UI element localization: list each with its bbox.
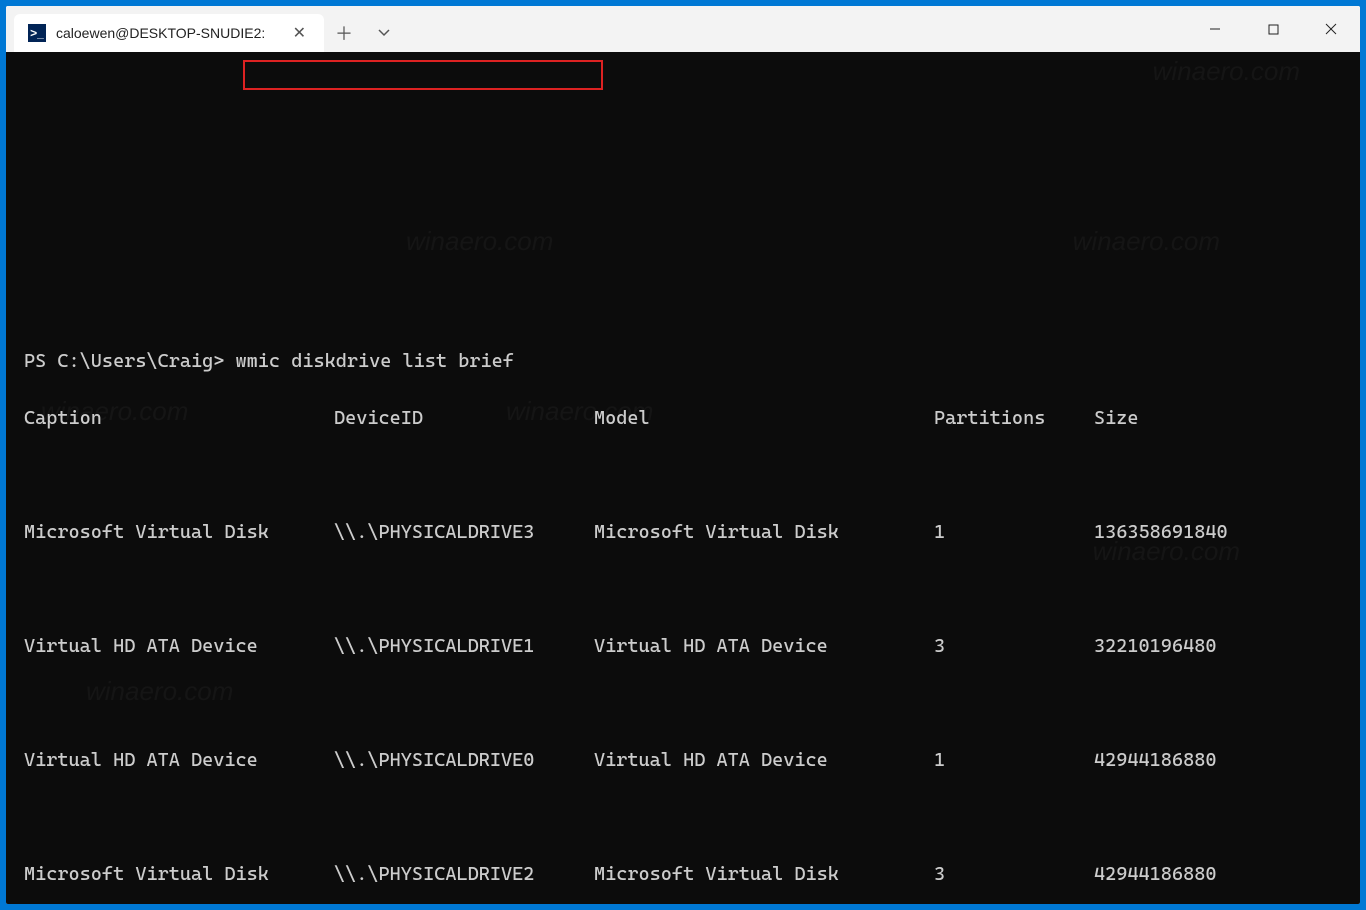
- terminal-window: >_ caloewen@DESKTOP-SNUDIE2: ✕ ＋ winaero…: [6, 6, 1360, 904]
- watermark: winaero.com: [1153, 57, 1300, 86]
- minimize-button[interactable]: [1186, 6, 1244, 52]
- terminal-tab[interactable]: >_ caloewen@DESKTOP-SNUDIE2: ✕: [14, 14, 324, 52]
- new-tab-button[interactable]: ＋: [324, 14, 364, 52]
- table-header: CaptionDeviceIDModelPartitionsSize: [24, 404, 1342, 433]
- window-controls: [1186, 6, 1360, 52]
- table-row: Virtual HD ATA Device\\.\PHYSICALDRIVE0V…: [24, 746, 1342, 775]
- close-tab-icon[interactable]: ✕: [289, 23, 310, 43]
- close-button[interactable]: [1302, 6, 1360, 52]
- terminal-content[interactable]: winaero.com winaero.com winaero.com wina…: [6, 52, 1360, 904]
- watermark: winaero.com: [406, 227, 553, 256]
- table-row: Virtual HD ATA Device\\.\PHYSICALDRIVE1V…: [24, 632, 1342, 661]
- command-highlight: [243, 60, 603, 90]
- prompt-line: PS C:\Users\Craig> wmic diskdrive list b…: [24, 347, 1342, 376]
- table-row: Microsoft Virtual Disk\\.\PHYSICALDRIVE2…: [24, 860, 1342, 889]
- tab-title: caloewen@DESKTOP-SNUDIE2:: [56, 25, 279, 41]
- watermark: winaero.com: [1073, 227, 1220, 256]
- titlebar[interactable]: >_ caloewen@DESKTOP-SNUDIE2: ✕ ＋: [6, 6, 1360, 52]
- powershell-icon: >_: [28, 24, 46, 42]
- table-row: Microsoft Virtual Disk\\.\PHYSICALDRIVE3…: [24, 518, 1342, 547]
- tab-dropdown-icon[interactable]: [364, 14, 404, 52]
- maximize-button[interactable]: [1244, 6, 1302, 52]
